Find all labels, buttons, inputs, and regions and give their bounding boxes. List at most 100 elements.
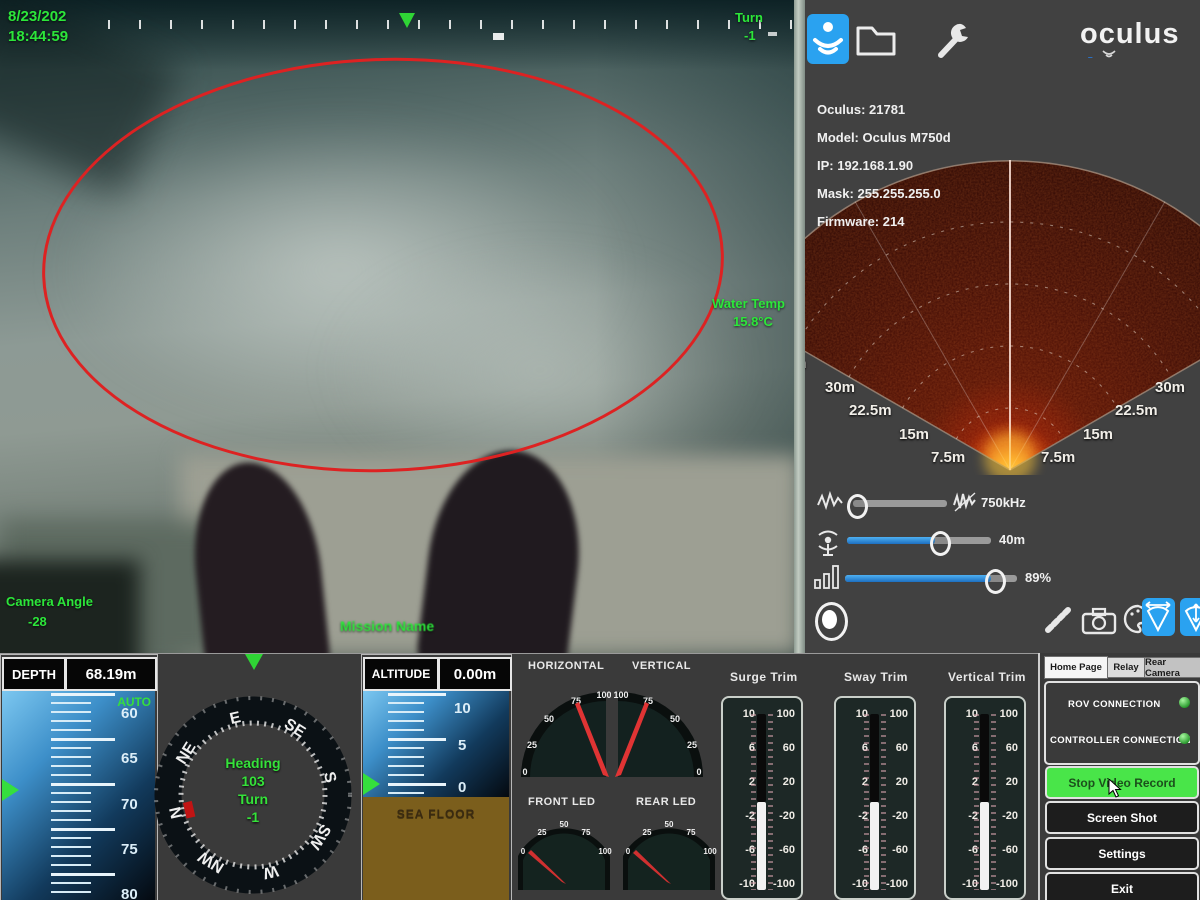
heading-label: Heading bbox=[195, 754, 311, 772]
altitude-label-text: ALTITUDE bbox=[372, 667, 430, 681]
osd-camera-angle-label: Camera Angle bbox=[6, 594, 93, 609]
compass-pointer bbox=[245, 654, 263, 670]
depth-pointer bbox=[2, 779, 19, 801]
meter-tick: 50 bbox=[670, 714, 680, 724]
record-indicator-dot bbox=[822, 610, 837, 629]
oculus-logo: oculus b bbox=[1080, 18, 1200, 58]
exit-button[interactable]: Exit bbox=[1045, 872, 1199, 900]
meter-tick: 100 bbox=[703, 847, 717, 856]
range-label: 15m bbox=[899, 426, 929, 443]
settings-button[interactable]: Settings bbox=[1045, 837, 1199, 870]
trim-tick-marks bbox=[751, 714, 756, 890]
meter-tick: 0 bbox=[521, 847, 526, 856]
measure-ruler-button[interactable] bbox=[1043, 605, 1073, 635]
connection-status-box: ROV CONNECTION CONTROLLER CONNECTION bbox=[1044, 681, 1200, 765]
meter-tick: 0 bbox=[696, 767, 701, 777]
frequency-high-icon bbox=[953, 491, 977, 515]
range-label-edge: m bbox=[805, 355, 806, 372]
tab-relay[interactable]: Relay bbox=[1106, 657, 1146, 678]
oculus-logo-text: oculus bbox=[1080, 18, 1179, 50]
settings-tools-button[interactable] bbox=[933, 18, 975, 62]
rov-connection-label: ROV CONNECTION bbox=[1068, 699, 1161, 710]
sway-trim-label: Sway Trim bbox=[844, 670, 908, 684]
vertical-meter-label: VERTICAL bbox=[632, 660, 691, 672]
trim-track-lower[interactable] bbox=[757, 802, 766, 890]
meter-tick: 50 bbox=[665, 820, 674, 829]
flip-vertical-button[interactable] bbox=[1180, 598, 1200, 636]
wrench-icon bbox=[933, 18, 975, 62]
osd-mission-name: Mission Name bbox=[340, 618, 434, 634]
button-label: Exit bbox=[1111, 882, 1133, 896]
frequency-value: 750kHz bbox=[981, 495, 1026, 510]
sonar-icon bbox=[807, 14, 849, 64]
depth-tick: 80 bbox=[121, 886, 138, 900]
meter-tick: 50 bbox=[544, 714, 554, 724]
range-slider-fill bbox=[847, 537, 935, 544]
meter-tick: 100 bbox=[598, 847, 612, 856]
gain-slider-handle[interactable] bbox=[985, 569, 1006, 594]
osd-turn-label: Turn bbox=[735, 10, 763, 25]
panel-divider bbox=[794, 0, 805, 655]
trim-track-lower[interactable] bbox=[980, 802, 989, 890]
range-label: 15m bbox=[1083, 426, 1113, 443]
trim-tick-marks bbox=[974, 714, 979, 890]
gain-bars-icon bbox=[813, 563, 841, 591]
range-slider-handle[interactable] bbox=[930, 531, 951, 556]
depth-ruler-ticks bbox=[51, 693, 115, 899]
meter-tick: 50 bbox=[560, 820, 569, 829]
horizontal-meter: 0 25 50 75 100 bbox=[515, 676, 611, 784]
depth-value-text: 68.19m bbox=[86, 666, 137, 683]
range-label: 22.5m bbox=[849, 402, 892, 419]
depth-tick: 75 bbox=[121, 841, 138, 858]
depth-label: DEPTH bbox=[2, 657, 66, 691]
meter-tick: 25 bbox=[687, 740, 697, 750]
meter-tick: 25 bbox=[538, 828, 547, 837]
record-indicator-button[interactable] bbox=[815, 602, 848, 641]
sonar-ip: IP: 192.168.1.90 bbox=[817, 158, 913, 173]
trim-track-upper bbox=[870, 714, 879, 802]
depth-value: 68.19m bbox=[65, 657, 157, 691]
tape-tick-label bbox=[768, 32, 777, 36]
meter-tick: 25 bbox=[527, 740, 537, 750]
range-label: 30m bbox=[825, 379, 855, 396]
surge-trim-slider[interactable]: 10 6 2 -2 -6 -10 100 60 20 -20 -60 -100 bbox=[721, 696, 803, 900]
logo-sonar-waves-icon bbox=[1100, 49, 1118, 58]
trim-track-lower[interactable] bbox=[870, 802, 879, 890]
vertical-meter: 0 25 50 75 100 bbox=[613, 676, 709, 784]
tab-rear-camera[interactable]: Rear Camera bbox=[1144, 657, 1200, 678]
meter-tick: 25 bbox=[643, 828, 652, 837]
tape-tick-label bbox=[493, 33, 504, 40]
file-browser-button[interactable] bbox=[853, 16, 899, 62]
meter-tick: 75 bbox=[687, 828, 696, 837]
heading-value: 103 bbox=[195, 772, 311, 790]
sonar-view-button[interactable] bbox=[807, 14, 849, 64]
folder-icon bbox=[853, 16, 899, 62]
altitude-tick: 10 bbox=[454, 700, 471, 717]
seafloor-label: SEA FLOOR bbox=[363, 807, 509, 821]
range-label: 7.5m bbox=[931, 449, 965, 466]
snapshot-camera-button[interactable] bbox=[1081, 607, 1117, 635]
trim-tick-marks bbox=[768, 714, 773, 890]
sonar-panel: oculus b bbox=[805, 0, 1200, 655]
vertical-trim-slider[interactable]: 10 6 2 -2 -6 -10 100 60 20 -20 -60 -100 bbox=[944, 696, 1026, 900]
rov-control-app: 8/23/202 18:44:59 Turn -1 Water Temp 15.… bbox=[0, 0, 1200, 900]
front-led-meter: 0 25 50 75 100 bbox=[515, 812, 613, 894]
trim-tick-marks bbox=[881, 714, 886, 890]
tab-home-page[interactable]: Home Page bbox=[1044, 656, 1108, 679]
turn-value: -1 bbox=[195, 808, 311, 826]
sway-trim-slider[interactable]: 10 6 2 -2 -6 -10 100 60 20 -20 -60 -100 bbox=[834, 696, 916, 900]
turn-label: Turn bbox=[195, 790, 311, 808]
sonar-firmware: Firmware: 214 bbox=[817, 214, 904, 229]
camera-view: 8/23/202 18:44:59 Turn -1 Water Temp 15.… bbox=[0, 0, 795, 655]
osd-time: 18:44:59 bbox=[8, 28, 68, 45]
meter-tick: 0 bbox=[626, 847, 631, 856]
osd-water-temp-label: Water Temp bbox=[712, 296, 785, 311]
frequency-slider-handle[interactable] bbox=[847, 494, 868, 519]
depth-tick: 60 bbox=[121, 705, 138, 722]
flip-horizontal-button[interactable] bbox=[1142, 598, 1175, 636]
altitude-tick: 0 bbox=[458, 779, 466, 796]
altitude-ruler-ticks bbox=[388, 693, 446, 795]
fan-flip-horizontal-icon bbox=[1142, 598, 1175, 636]
screen-shot-button[interactable]: Screen Shot bbox=[1045, 801, 1199, 834]
button-label: Screen Shot bbox=[1087, 811, 1157, 825]
